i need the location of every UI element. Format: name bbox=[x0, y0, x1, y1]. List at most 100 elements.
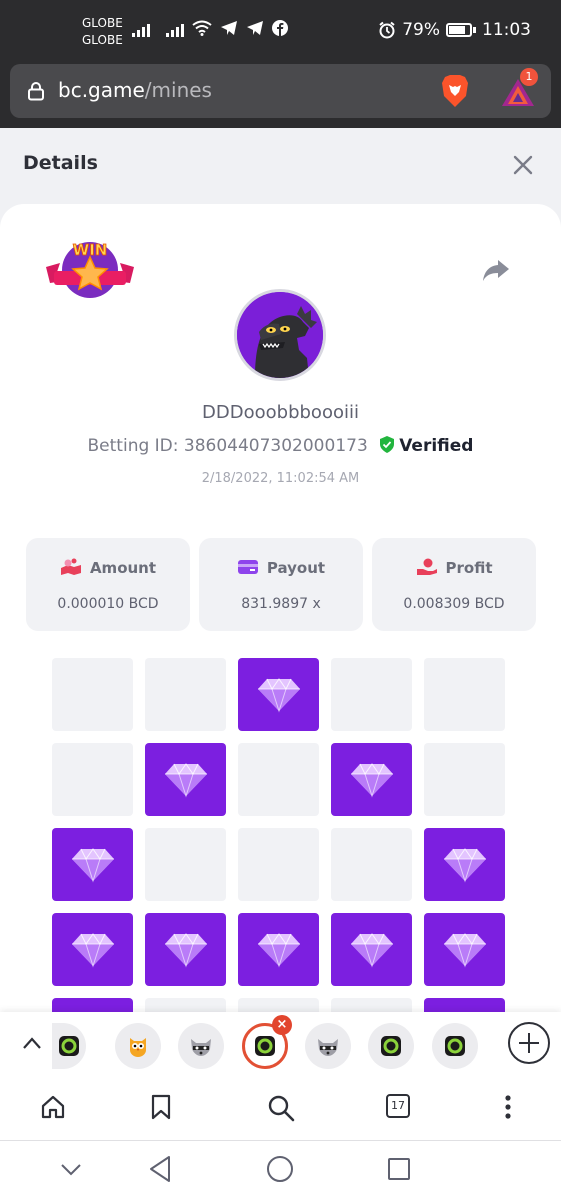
gem-tile bbox=[52, 828, 133, 901]
tab-owl[interactable] bbox=[115, 1023, 161, 1069]
amount-label-row: Amount bbox=[26, 558, 190, 577]
url-text[interactable]: bc.game/mines bbox=[58, 78, 212, 102]
tab-raccoon[interactable] bbox=[178, 1023, 224, 1069]
gem-tile bbox=[331, 913, 412, 986]
signal-icon bbox=[132, 24, 150, 37]
mine-tile bbox=[238, 828, 319, 901]
payout-label: Payout bbox=[266, 559, 326, 577]
gem-icon bbox=[258, 933, 300, 968]
status-bar: GLOBE GLOBE 79% 11:03 bbox=[0, 0, 561, 62]
gem-icon bbox=[165, 933, 207, 968]
gem-tile bbox=[145, 743, 226, 816]
home-icon[interactable] bbox=[40, 1094, 66, 1120]
back-icon[interactable] bbox=[148, 1155, 172, 1183]
battery-icon bbox=[446, 23, 472, 37]
profit-stat: Profit 0.008309 BCD bbox=[372, 538, 536, 631]
raccoon-icon bbox=[191, 1039, 211, 1056]
url-bar[interactable]: bc.game/mines bbox=[10, 64, 551, 118]
new-tab-button[interactable] bbox=[508, 1022, 550, 1064]
verified-shield-icon bbox=[380, 436, 395, 453]
gem-tile bbox=[145, 913, 226, 986]
gem-icon bbox=[258, 678, 300, 713]
lock-icon[interactable] bbox=[26, 81, 46, 101]
search-icon[interactable] bbox=[267, 1094, 295, 1122]
carrier-line-1: GLOBE bbox=[82, 16, 123, 30]
status-right: 79% 11:03 bbox=[378, 20, 531, 40]
mine-tile bbox=[424, 743, 505, 816]
mine-tile bbox=[145, 828, 226, 901]
avatar bbox=[234, 289, 326, 381]
svg-text:WIN: WIN bbox=[73, 241, 108, 259]
amount-stat: Amount 0.000010 BCD bbox=[26, 538, 190, 631]
gem-tile bbox=[424, 913, 505, 986]
rewards-badge: 1 bbox=[520, 68, 538, 86]
payout-label-row: Payout bbox=[199, 558, 363, 577]
bcgame-icon bbox=[381, 1036, 401, 1056]
gem-tile bbox=[331, 743, 412, 816]
amount-label: Amount bbox=[89, 559, 157, 577]
mine-tile bbox=[331, 658, 412, 731]
amount-value: 0.000010 BCD bbox=[57, 596, 159, 612]
wifi-icon bbox=[192, 20, 212, 36]
owl-icon bbox=[130, 1038, 146, 1057]
close-icon[interactable] bbox=[512, 154, 534, 176]
battery-percent: 79% bbox=[402, 20, 440, 40]
gem-tile bbox=[238, 658, 319, 731]
username: DDDooobbboooiii bbox=[202, 402, 359, 423]
chevron-down-icon[interactable] bbox=[60, 1163, 82, 1177]
avatar-image bbox=[237, 292, 323, 378]
close-tab-icon[interactable]: × bbox=[272, 1015, 292, 1035]
bookmark-icon[interactable] bbox=[150, 1094, 172, 1120]
page-title: Details bbox=[23, 152, 98, 174]
gem-icon bbox=[351, 763, 393, 798]
tabs-count-button[interactable]: 17 bbox=[386, 1094, 410, 1118]
browser-address-area: bc.game/mines 1 bbox=[0, 62, 561, 128]
profit-label: Profit bbox=[445, 559, 493, 577]
bcgame-icon bbox=[59, 1036, 79, 1056]
gem-tile bbox=[238, 913, 319, 986]
bcgame-icon bbox=[445, 1036, 465, 1056]
recents-icon[interactable] bbox=[387, 1157, 411, 1181]
home-circle-icon[interactable] bbox=[266, 1155, 294, 1183]
profit-icon bbox=[416, 558, 437, 575]
carrier-label: GLOBE GLOBE bbox=[82, 15, 123, 49]
gem-icon bbox=[165, 763, 207, 798]
bet-timestamp: 2/18/2022, 11:02:54 AM bbox=[201, 471, 360, 486]
verified-label: Verified bbox=[399, 436, 474, 456]
raccoon-icon bbox=[318, 1039, 338, 1056]
tab-bcgame-2[interactable] bbox=[368, 1023, 414, 1069]
battery-tip bbox=[473, 27, 476, 33]
mine-tile bbox=[424, 658, 505, 731]
chevron-up-icon[interactable] bbox=[22, 1036, 42, 1050]
brave-shields-icon[interactable] bbox=[440, 74, 470, 108]
gem-tile bbox=[52, 913, 133, 986]
betting-id-row: Betting ID: 38604407302000173 Verified bbox=[0, 436, 561, 456]
win-badge-icon: WIN bbox=[46, 241, 134, 298]
tab-bcgame[interactable] bbox=[52, 1023, 86, 1069]
tab-bcgame-3[interactable] bbox=[432, 1023, 478, 1069]
gem-icon bbox=[444, 933, 486, 968]
alarm-icon bbox=[379, 21, 395, 39]
amount-icon bbox=[60, 558, 81, 575]
mine-tile bbox=[52, 743, 133, 816]
profit-value: 0.008309 BCD bbox=[403, 596, 505, 612]
gem-tile bbox=[424, 828, 505, 901]
gem-icon bbox=[351, 933, 393, 968]
clock: 11:03 bbox=[482, 20, 531, 40]
tab-raccoon-2[interactable] bbox=[305, 1023, 351, 1069]
more-menu-icon[interactable] bbox=[498, 1094, 518, 1120]
bcgame-icon bbox=[255, 1036, 275, 1056]
facebook-icon bbox=[272, 20, 288, 36]
mines-grid bbox=[52, 658, 506, 1018]
telegram-icon bbox=[221, 21, 237, 35]
carrier-line-2: GLOBE bbox=[82, 33, 123, 47]
notification-icons bbox=[192, 20, 288, 36]
url-path: /mines bbox=[144, 78, 212, 102]
gem-icon bbox=[444, 848, 486, 883]
url-domain: bc.game bbox=[58, 78, 145, 102]
card-icon bbox=[237, 560, 258, 574]
telegram-icon bbox=[247, 21, 263, 35]
betting-id: Betting ID: 38604407302000173 bbox=[87, 436, 368, 456]
share-icon[interactable] bbox=[482, 258, 510, 282]
signal-icon bbox=[166, 24, 184, 37]
